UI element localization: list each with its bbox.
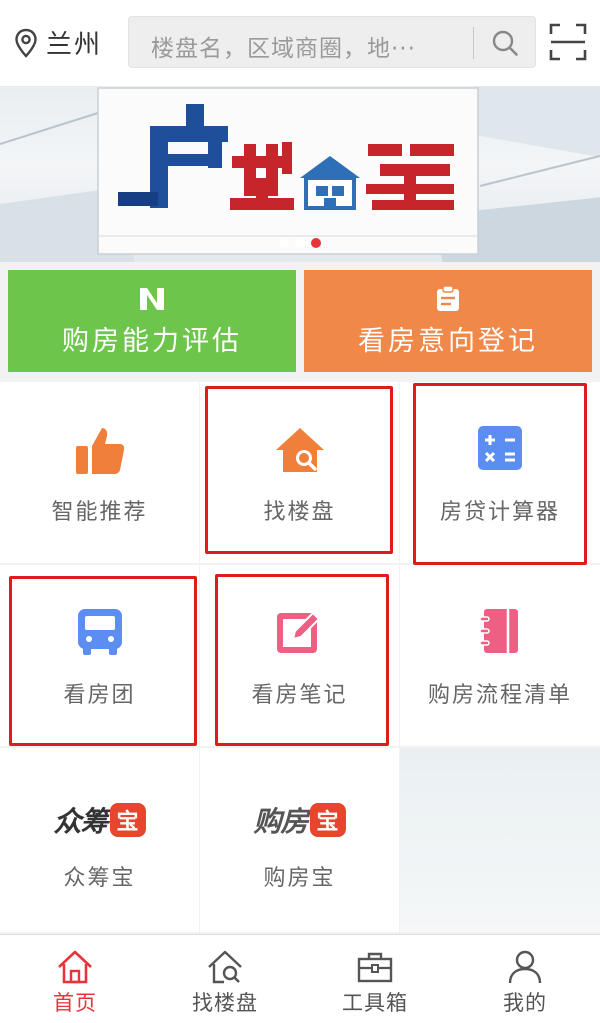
grid-item-mortgage-calculator[interactable]: 房贷计算器 (400, 382, 600, 563)
grid-item-crowdfunding[interactable]: 众筹 宝 众筹宝 (0, 748, 199, 932)
grid-item-purchase-treasure[interactable]: 购房 宝 购房宝 (200, 748, 399, 932)
city-name: 兰州 (46, 30, 103, 60)
grid-item-label: 看房笔记 (251, 683, 348, 708)
grid-item-label: 众筹宝 (63, 866, 136, 891)
house-search-icon (275, 428, 324, 472)
purchase-treasure-logo-text: 购房 (253, 805, 308, 838)
user-icon (508, 950, 542, 984)
search-divider (473, 27, 474, 59)
banner-dot[interactable] (279, 238, 289, 248)
bus-icon (77, 609, 122, 655)
house-search-icon (208, 950, 242, 984)
tab-find-property[interactable]: 找楼盘 (150, 935, 300, 1023)
home-icon (58, 950, 92, 984)
affordability-assessment-label: 购房能力评估 (62, 325, 242, 357)
bottom-tab-bar: 首页 找楼盘 工具箱 我的 (0, 934, 600, 1023)
toolbox-icon (357, 952, 393, 983)
search-placeholder: 楼盘名，区域商圈，地··· (151, 36, 416, 62)
grid-item-viewing-tour[interactable]: 看房团 (0, 565, 199, 746)
ruler-pencil-icon (140, 287, 164, 310)
banner-illustration (0, 86, 600, 262)
promo-banner[interactable] (0, 86, 600, 262)
location-pin-icon (15, 28, 37, 58)
tab-home[interactable]: 首页 (0, 935, 150, 1023)
top-bar: 兰州 楼盘名，区域商圈，地··· (0, 0, 600, 86)
grid-item-viewing-notes[interactable]: 看房笔记 (200, 565, 399, 746)
tab-toolbox[interactable]: 工具箱 (300, 935, 450, 1023)
search-input[interactable]: 楼盘名，区域商圈，地··· (128, 16, 536, 68)
calculator-icon (478, 426, 522, 470)
tab-label: 工具箱 (342, 991, 408, 1015)
banner-dot-active[interactable] (311, 238, 321, 248)
tab-label: 首页 (53, 991, 97, 1015)
crowdfunding-logo-text: 众筹 (53, 805, 108, 838)
tab-profile[interactable]: 我的 (450, 935, 600, 1023)
search-button[interactable] (485, 23, 525, 63)
tab-label: 我的 (503, 991, 547, 1015)
crowdfunding-logo: 众筹 宝 (53, 800, 146, 840)
crowdfunding-logo-badge: 宝 (109, 803, 146, 837)
viewing-intent-button[interactable]: 看房意向登记 (304, 270, 592, 372)
thumbs-up-icon (75, 428, 124, 474)
grid-item-label: 购房流程清单 (427, 683, 572, 708)
tab-label: 找楼盘 (192, 991, 258, 1015)
grid-empty-cell (400, 748, 600, 932)
city-selector[interactable]: 兰州 (14, 24, 102, 61)
grid-item-recommend[interactable]: 智能推荐 (0, 382, 199, 563)
grid-item-label: 找楼盘 (263, 500, 336, 525)
clipboard-icon (437, 284, 459, 311)
search-icon (492, 30, 518, 56)
grid-item-purchase-checklist[interactable]: 购房流程清单 (400, 565, 600, 746)
notebook-icon (479, 609, 518, 653)
grid-item-label: 房贷计算器 (439, 500, 560, 525)
affordability-assessment-button[interactable]: 购房能力评估 (8, 270, 296, 372)
viewing-intent-label: 看房意向登记 (358, 325, 538, 357)
purchase-treasure-logo: 购房 宝 (253, 800, 346, 840)
edit-note-icon (276, 611, 320, 653)
banner-dot[interactable] (295, 238, 305, 248)
grid-item-label: 智能推荐 (51, 500, 148, 525)
grid-item-label: 看房团 (63, 683, 136, 708)
grid-item-label: 购房宝 (263, 866, 336, 891)
purchase-treasure-logo-badge: 宝 (309, 803, 346, 837)
banner-pagination (0, 238, 600, 248)
grid-item-find-property[interactable]: 找楼盘 (200, 382, 399, 563)
scan-icon[interactable] (548, 22, 588, 62)
